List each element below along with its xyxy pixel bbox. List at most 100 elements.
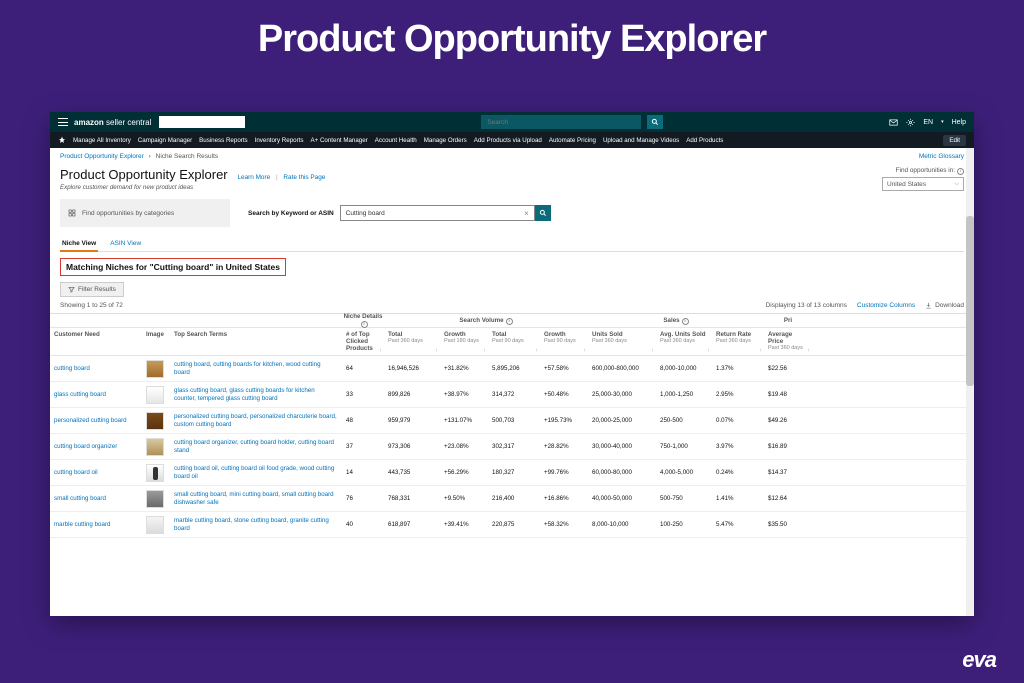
cell-total360: 768,331 — [384, 492, 440, 505]
scrollbar-thumb[interactable] — [966, 216, 974, 386]
cell-growth90: +57.58% — [540, 362, 588, 375]
nav-item-8[interactable]: Automate Pricing — [549, 137, 596, 144]
search-terms-link[interactable]: glass cutting board, glass cutting board… — [174, 387, 315, 402]
cell-total90: 500,703 — [488, 414, 540, 427]
product-thumbnail[interactable] — [146, 516, 164, 534]
cell-growth90: +16.86% — [540, 492, 588, 505]
cell-return: 3.97% — [712, 440, 764, 453]
th-avg-units[interactable]: Avg. Units SoldPast 360 days↓ — [656, 328, 712, 355]
page-header: Product Opportunity Explorer Learn More … — [50, 165, 974, 197]
cell-return: 1.37% — [712, 362, 764, 375]
showing-count: Showing 1 to 25 of 72 — [60, 302, 123, 309]
customer-need-link[interactable]: small cutting board — [54, 495, 106, 502]
keyword-input[interactable]: Cutting board — [346, 210, 385, 217]
customize-columns-link[interactable]: Customize Columns — [857, 302, 915, 309]
cell-growth90: +50.48% — [540, 388, 588, 401]
cell-units: 8,000-10,000 — [588, 518, 656, 531]
cell-growth90: +58.32% — [540, 518, 588, 531]
table-row: cutting board organizer cutting board org… — [50, 434, 974, 460]
main-nav: Manage All Inventory Campaign Manager Bu… — [50, 132, 974, 148]
nav-item-0[interactable]: Manage All Inventory — [73, 137, 131, 144]
th-avg-price[interactable]: Average PricePast 360 days↓ — [764, 328, 812, 355]
help-link[interactable]: Help — [952, 119, 966, 126]
customer-need-link[interactable]: personalized cutting board — [54, 417, 127, 424]
nav-edit-button[interactable]: Edit — [943, 135, 966, 146]
search-terms-link[interactable]: personalized cutting board, personalized… — [174, 413, 337, 428]
download-icon — [925, 302, 932, 309]
learn-more-link[interactable]: Learn More — [237, 174, 270, 181]
search-terms-link[interactable]: small cutting board, mini cutting board,… — [174, 491, 334, 506]
product-thumbnail[interactable] — [146, 386, 164, 404]
vertical-scrollbar[interactable] — [966, 148, 974, 616]
cell-avg-units: 8,000-10,000 — [656, 362, 712, 375]
customer-need-link[interactable]: cutting board oil — [54, 469, 98, 476]
product-thumbnail[interactable] — [146, 360, 164, 378]
search-terms-link[interactable]: cutting board oil, cutting board oil foo… — [174, 465, 334, 480]
top-search-small[interactable] — [159, 116, 245, 128]
cell-units: 25,000-30,000 — [588, 388, 656, 401]
th-clicked-products[interactable]: # of Top Clicked Products↓ — [342, 328, 384, 355]
th-growth-180[interactable]: GrowthPast 180 days↓ — [440, 328, 488, 355]
global-search-button[interactable] — [647, 115, 663, 129]
product-thumbnail[interactable] — [146, 490, 164, 508]
nav-item-7[interactable]: Add Products via Upload — [474, 137, 542, 144]
nav-item-5[interactable]: Account Health — [375, 137, 417, 144]
download-button[interactable]: Download — [925, 302, 964, 309]
search-terms-link[interactable]: cutting board organizer, cutting board h… — [174, 439, 334, 454]
cell-price: $22.56 — [764, 362, 812, 375]
menu-icon[interactable] — [58, 118, 68, 126]
find-by-categories-button[interactable]: Find opportunities by categories — [60, 199, 230, 227]
th-units-sold[interactable]: Units SoldPast 360 days↓ — [588, 328, 656, 355]
nav-item-3[interactable]: Inventory Reports — [255, 137, 304, 144]
pin-icon[interactable] — [58, 136, 66, 144]
filter-results-button[interactable]: Filter Results — [60, 282, 124, 297]
nav-item-10[interactable]: Add Products — [686, 137, 723, 144]
tab-asin-view[interactable]: ASIN View — [108, 237, 143, 251]
product-thumbnail[interactable] — [146, 464, 164, 482]
language-selector[interactable]: EN — [923, 119, 933, 126]
country-selector[interactable]: United States ⌵ — [882, 177, 964, 191]
group-search-volume: Search Volumei — [384, 317, 588, 325]
global-search-input[interactable] — [482, 119, 640, 126]
th-total-90[interactable]: TotalPast 90 days↓ — [488, 328, 540, 355]
info-icon[interactable]: i — [957, 168, 964, 175]
search-terms-link[interactable]: marble cutting board, stone cutting boar… — [174, 517, 329, 532]
customer-need-link[interactable]: cutting board organizer — [54, 443, 117, 450]
customer-need-link[interactable]: cutting board — [54, 365, 90, 372]
group-niche-details: Niche Detailsi — [342, 313, 384, 328]
product-thumbnail[interactable] — [146, 412, 164, 430]
cell-price: $49.26 — [764, 414, 812, 427]
region-label: Find opportunities in: — [896, 167, 955, 174]
mail-icon[interactable] — [889, 118, 898, 127]
nav-item-9[interactable]: Upload and Manage Videos — [603, 137, 679, 144]
nav-item-1[interactable]: Campaign Manager — [138, 137, 192, 144]
cell-total90: 220,875 — [488, 518, 540, 531]
breadcrumb: Product Opportunity Explorer › Niche Sea… — [50, 148, 974, 165]
gear-icon[interactable] — [906, 118, 915, 127]
tab-niche-view[interactable]: Niche View — [60, 237, 98, 252]
th-return-rate[interactable]: Return RatePast 360 days↓ — [712, 328, 764, 355]
th-customer-need[interactable]: Customer Need — [50, 328, 142, 355]
customer-need-link[interactable]: marble cutting board — [54, 521, 110, 528]
breadcrumb-current: Niche Search Results — [156, 153, 219, 160]
cell-growth180: +131.07% — [440, 414, 488, 427]
th-top-search-terms[interactable]: Top Search Terms — [170, 328, 342, 355]
cell-units: 60,000-80,000 — [588, 466, 656, 479]
rate-page-link[interactable]: Rate this Page — [283, 174, 325, 181]
nav-item-6[interactable]: Manage Orders — [424, 137, 467, 144]
nav-item-2[interactable]: Business Reports — [199, 137, 248, 144]
customer-need-link[interactable]: glass cutting board — [54, 391, 106, 398]
keyword-search-button[interactable] — [535, 205, 551, 221]
nav-item-4[interactable]: A+ Content Manager — [310, 137, 367, 144]
table-row: cutting board oil cutting board oil, cutt… — [50, 460, 974, 486]
clear-icon[interactable]: × — [524, 209, 529, 218]
th-growth-90[interactable]: GrowthPast 90 days↓ — [540, 328, 588, 355]
page-subtitle: Explore customer demand for new product … — [60, 184, 325, 191]
breadcrumb-root[interactable]: Product Opportunity Explorer — [60, 153, 144, 160]
metric-glossary-link[interactable]: Metric Glossary — [919, 153, 964, 160]
th-total-360[interactable]: TotalPast 360 days↓ — [384, 328, 440, 355]
search-terms-link[interactable]: cutting board, cutting boards for kitche… — [174, 361, 321, 376]
amazon-brand[interactable]: amazon seller central — [74, 118, 151, 127]
cell-avg-units: 750-1,000 — [656, 440, 712, 453]
product-thumbnail[interactable] — [146, 438, 164, 456]
